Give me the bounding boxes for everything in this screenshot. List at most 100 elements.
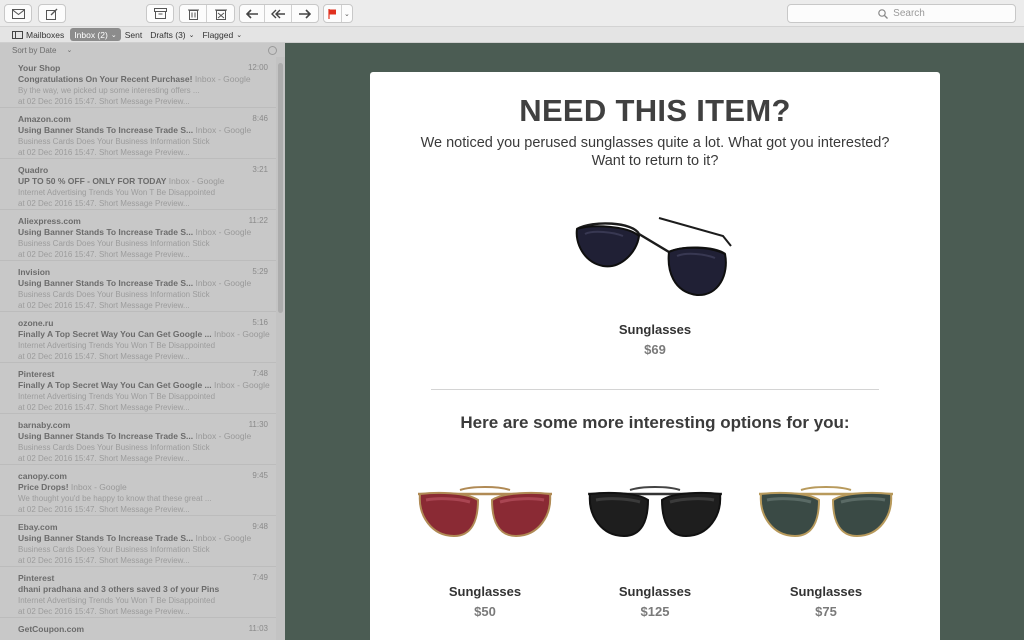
- chevron-down-icon: ⌄: [188, 31, 195, 39]
- message-folder: Inbox - Google: [168, 176, 225, 186]
- message-subject-line: Finally A Top Secret Way You Can Get Goo…: [18, 380, 270, 391]
- message-row[interactable]: Quadro 3:21 UP TO 50 % OFF - ONLY FOR TODA…: [0, 159, 276, 210]
- message-subject-line: Price Drops! Inbox - Google: [18, 482, 270, 493]
- message-subject-line: Using Banner Stands To Increase Trade S.…: [18, 278, 270, 289]
- search-field[interactable]: Search: [787, 4, 1016, 23]
- message-list-scrollbar[interactable]: [276, 57, 285, 640]
- message-preview: Internet Advertising Trends You Won T Be…: [18, 596, 216, 605]
- message-subject: Price Drops!: [18, 482, 69, 492]
- sort-bar[interactable]: Sort by Date ⌄: [0, 43, 285, 57]
- message-preview: Business Cards Does Your Business Inform…: [18, 239, 210, 248]
- trash-button[interactable]: [180, 5, 208, 22]
- get-mail-button[interactable]: [4, 4, 32, 23]
- message-row[interactable]: Pinterest 7:48 Finally A Top Secret Way Yo…: [0, 363, 276, 414]
- chevron-down-icon: ⌄: [343, 10, 350, 18]
- toolbar: ⌄ Search: [0, 0, 1024, 27]
- message-time: 11:03: [248, 624, 268, 633]
- message-time: 12:00: [247, 63, 268, 72]
- filter-icon[interactable]: [268, 46, 277, 55]
- message-preview: at 02 Dec 2016 15:47. Short Message Prev…: [18, 607, 190, 616]
- message-subject-line: UP TO 50 % OFF - ONLY FOR TODAY Inbox - …: [18, 176, 270, 187]
- message-preview: at 02 Dec 2016 15:47. Short Message Prev…: [18, 199, 190, 208]
- junk-button[interactable]: [207, 5, 234, 22]
- reply-group: [239, 4, 319, 23]
- favorite-inbox[interactable]: Inbox (2) ⌄: [70, 28, 121, 41]
- reply-all-button[interactable]: [265, 5, 292, 22]
- favorite-flagged[interactable]: Flagged ⌄: [199, 28, 247, 41]
- message-row[interactable]: Your Shop 12:00 Congratulations On Your Re…: [0, 57, 276, 108]
- message-sender: Pinterest: [18, 573, 55, 583]
- red-sunglasses-image: [418, 486, 552, 538]
- product-card[interactable]: Sunglasses $75: [751, 480, 901, 640]
- flag-menu[interactable]: ⌄: [342, 5, 352, 22]
- forward-button[interactable]: [292, 5, 318, 22]
- message-row[interactable]: Invision 5:29 Using Banner Stands To Incre…: [0, 261, 276, 312]
- reply-icon: [245, 8, 258, 19]
- email-headline: NEED THIS ITEM?: [519, 93, 791, 128]
- product-card[interactable]: Sunglasses $50: [410, 480, 560, 640]
- message-time: 9:45: [252, 471, 268, 480]
- favorite-drafts[interactable]: Drafts (3) ⌄: [146, 28, 198, 41]
- message-preview: at 02 Dec 2016 15:47. Short Message Prev…: [18, 403, 190, 412]
- message-row[interactable]: Aliexpress.com 11:22 Using Banner Stands T…: [0, 210, 276, 261]
- message-preview: Internet Advertising Trends You Won T Be…: [18, 392, 216, 401]
- message-row[interactable]: GetCoupon.com 11:03: [0, 618, 276, 640]
- search-icon: [878, 8, 889, 19]
- inbox-label: Inbox (2): [74, 29, 108, 40]
- message-time: 8:46: [252, 114, 268, 123]
- hero-sunglasses-image[interactable]: [573, 212, 737, 302]
- favorites-bar: Mailboxes Inbox (2) ⌄ Sent Drafts (3) ⌄ …: [0, 27, 1024, 43]
- message-subject-line: Using Banner Stands To Increase Trade S.…: [18, 431, 270, 442]
- message-time: 3:21: [252, 165, 268, 174]
- message-time: 5:29: [252, 267, 268, 276]
- message-sender: Ebay.com: [18, 522, 58, 532]
- message-row[interactable]: Pinterest 7:49 dhani pradhana and 3 others…: [0, 567, 276, 618]
- message-subject-line: Using Banner Stands To Increase Trade S.…: [18, 533, 270, 544]
- message-subject-line: Finally A Top Secret Way You Can Get Goo…: [18, 329, 270, 340]
- message-preview: at 02 Dec 2016 15:47. Short Message Prev…: [18, 454, 190, 463]
- message-subject: dhani pradhana and 3 others saved 3 of y…: [18, 584, 220, 594]
- chevron-down-icon: ⌄: [66, 47, 73, 54]
- product-price: $50: [474, 604, 496, 619]
- archive-button[interactable]: [146, 4, 174, 23]
- message-row[interactable]: Ebay.com 9:48 Using Banner Stands To Incre…: [0, 516, 276, 567]
- sent-label: Sent: [124, 29, 143, 40]
- compose-button[interactable]: [38, 4, 66, 23]
- message-preview: Business Cards Does Your Business Inform…: [18, 545, 210, 554]
- chevron-down-icon: ⌄: [236, 31, 243, 39]
- favorite-sent[interactable]: Sent: [121, 28, 147, 41]
- message-sender: Amazon.com: [18, 114, 71, 124]
- mailboxes-icon: [12, 30, 23, 39]
- green-sunglasses-image: [759, 486, 893, 538]
- message-time: 9:48: [252, 522, 268, 531]
- message-row[interactable]: canopy.com 9:45 Price Drops! Inbox - Googl…: [0, 465, 276, 516]
- message-preview: Internet Advertising Trends You Won T Be…: [18, 188, 216, 197]
- message-row[interactable]: barnaby.com 11:30 Using Banner Stands To I…: [0, 414, 276, 465]
- reply-button[interactable]: [240, 5, 266, 22]
- message-sender: Aliexpress.com: [18, 216, 81, 226]
- message-preview: at 02 Dec 2016 15:47. Short Message Prev…: [18, 505, 190, 514]
- chevron-down-icon: ⌄: [110, 31, 117, 39]
- product-name: Sunglasses: [448, 584, 522, 599]
- message-subject: Using Banner Stands To Increase Trade S.…: [18, 125, 194, 135]
- message-preview: Internet Advertising Trends You Won T Be…: [18, 341, 216, 350]
- message-preview: Business Cards Does Your Business Inform…: [18, 290, 210, 299]
- black-sunglasses-image: [588, 486, 722, 538]
- mailboxes-button[interactable]: Mailboxes: [8, 28, 68, 41]
- hero-product-price: $69: [644, 342, 666, 357]
- product-card[interactable]: Sunglasses $125: [580, 480, 730, 640]
- message-time: 7:49: [252, 573, 268, 582]
- message-preview: Business Cards Does Your Business Inform…: [18, 443, 210, 452]
- message-sender: barnaby.com: [18, 420, 71, 430]
- flag-seg[interactable]: [324, 5, 342, 22]
- divider: [431, 389, 879, 390]
- scrollbar-thumb[interactable]: [278, 63, 283, 313]
- message-subject: Using Banner Stands To Increase Trade S.…: [18, 278, 194, 288]
- message-row[interactable]: ozone.ru 5:16 Finally A Top Secret Way You…: [0, 312, 276, 363]
- flag-button[interactable]: ⌄: [323, 4, 353, 23]
- message-preview: at 02 Dec 2016 15:47. Short Message Prev…: [18, 556, 190, 565]
- message-row[interactable]: Amazon.com 8:46 Using Banner Stands To Inc…: [0, 108, 276, 159]
- message-subject-line: dhani pradhana and 3 others saved 3 of y…: [18, 584, 270, 595]
- message-folder: Inbox - Google: [70, 482, 127, 492]
- message-subject-line: Using Banner Stands To Increase Trade S.…: [18, 227, 270, 238]
